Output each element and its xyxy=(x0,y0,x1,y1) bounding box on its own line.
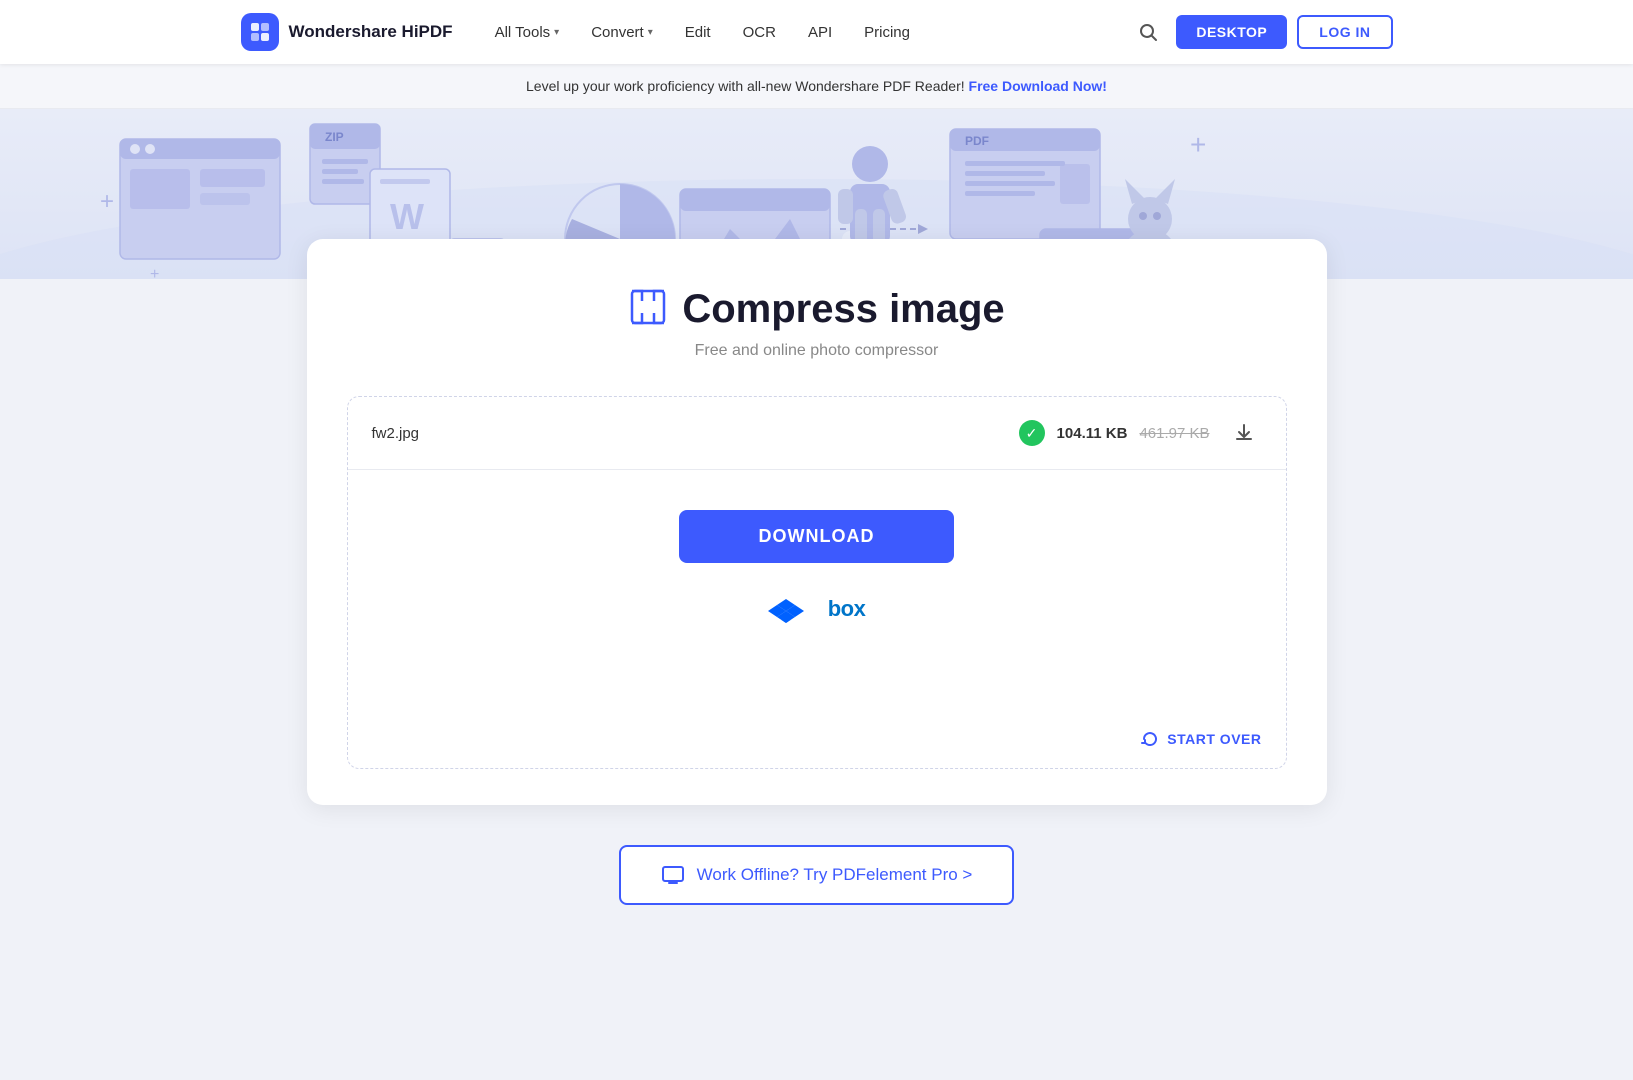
nav-actions: DESKTOP LOG IN xyxy=(1130,14,1392,50)
offline-label: Work Offline? Try PDFelement Pro > xyxy=(697,865,973,885)
download-button[interactable]: DOWNLOAD xyxy=(679,510,955,563)
tool-card: Compress image Free and online photo com… xyxy=(307,239,1327,805)
chevron-down-icon: ▾ xyxy=(554,27,559,38)
offline-banner: Work Offline? Try PDFelement Pro > xyxy=(307,845,1327,905)
logo-icon xyxy=(241,13,279,51)
nav-item-ocr[interactable]: OCR xyxy=(729,16,790,49)
nav-item-convert[interactable]: Convert ▾ xyxy=(577,16,667,49)
svg-text:+: + xyxy=(1190,129,1206,160)
box-button[interactable]: box xyxy=(828,596,866,622)
promo-banner: Level up your work proficiency with all-… xyxy=(0,64,1633,109)
success-icon: ✓ xyxy=(1019,420,1045,446)
nav-item-api[interactable]: API xyxy=(794,16,846,49)
nav-item-edit[interactable]: Edit xyxy=(671,16,725,49)
file-download-button[interactable] xyxy=(1226,415,1262,451)
login-button[interactable]: LOG IN xyxy=(1297,15,1392,49)
svg-text:+: + xyxy=(100,188,114,215)
desktop-button[interactable]: DESKTOP xyxy=(1176,15,1287,49)
start-over-button[interactable]: START OVER xyxy=(1141,730,1261,748)
svg-text:W: W xyxy=(390,196,424,237)
tool-subtitle: Free and online photo compressor xyxy=(695,342,939,360)
nav-item-alltools[interactable]: All Tools ▾ xyxy=(481,16,574,49)
dropbox-button[interactable] xyxy=(768,591,804,627)
file-info: ✓ 104.11 KB 461.97 KB xyxy=(1019,420,1210,446)
compress-image-icon xyxy=(628,287,668,332)
file-size-old: 461.97 KB xyxy=(1139,425,1209,442)
main-content: Compress image Free and online photo com… xyxy=(267,239,1367,905)
file-area: fw2.jpg ✓ 104.11 KB 461.97 KB DOWNLOAD xyxy=(347,396,1287,769)
banner-text: Level up your work proficiency with all-… xyxy=(526,78,965,94)
svg-text:ZIP: ZIP xyxy=(325,130,344,144)
tool-title: Compress image xyxy=(682,287,1004,332)
file-row: fw2.jpg ✓ 104.11 KB 461.97 KB xyxy=(348,397,1286,470)
search-button[interactable] xyxy=(1130,14,1166,50)
cloud-storage: box xyxy=(768,591,866,627)
start-over-label: START OVER xyxy=(1167,731,1261,747)
download-section: DOWNLOAD box xyxy=(348,470,1286,730)
start-over-row: START OVER xyxy=(348,730,1286,768)
tool-title-row: Compress image xyxy=(628,287,1004,332)
svg-text:+: + xyxy=(150,266,159,279)
logo-text: Wondershare HiPDF xyxy=(289,22,453,42)
logo-area[interactable]: Wondershare HiPDF xyxy=(241,13,453,51)
banner-link[interactable]: Free Download Now! xyxy=(969,78,1107,94)
nav-links: All Tools ▾ Convert ▾ Edit OCR API Prici… xyxy=(481,16,1123,49)
svg-text:PDF: PDF xyxy=(965,134,989,148)
chevron-down-icon: ▾ xyxy=(648,27,653,38)
navbar: Wondershare HiPDF All Tools ▾ Convert ▾ … xyxy=(0,0,1633,64)
box-logo-text: box xyxy=(828,596,866,621)
nav-item-pricing[interactable]: Pricing xyxy=(850,16,924,49)
file-size-new: 104.11 KB xyxy=(1057,425,1128,442)
tool-header: Compress image Free and online photo com… xyxy=(347,287,1287,360)
file-name: fw2.jpg xyxy=(372,425,1003,442)
offline-button[interactable]: Work Offline? Try PDFelement Pro > xyxy=(619,845,1015,905)
